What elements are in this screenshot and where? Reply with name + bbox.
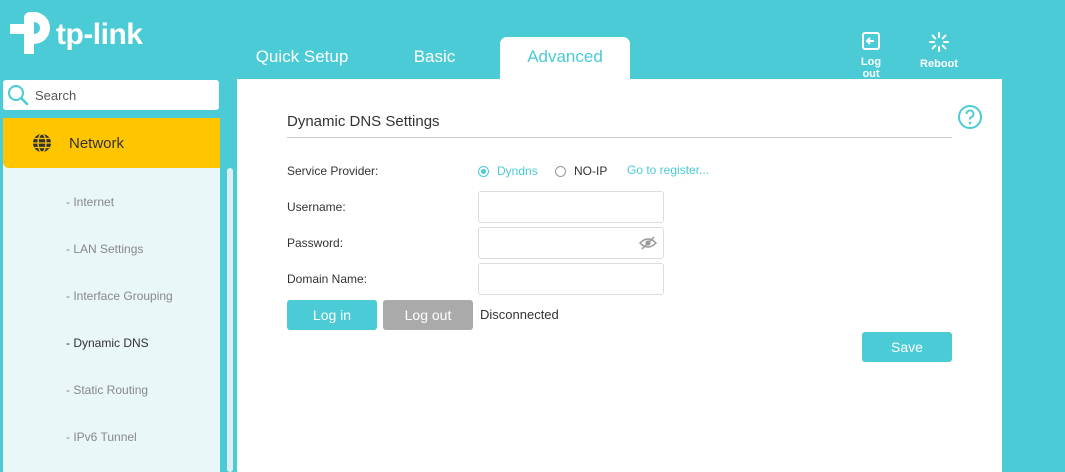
title-divider (287, 137, 952, 138)
tab-quick-setup[interactable]: Quick Setup (236, 37, 368, 79)
username-label: Username: (287, 200, 346, 214)
reboot-label: Reboot (920, 58, 958, 70)
username-input[interactable] (479, 192, 663, 222)
sidebar-item-interface-grouping[interactable]: - Interface Grouping (66, 289, 173, 303)
tp-link-logo: tp-link (4, 10, 143, 60)
radio-dyndns[interactable]: Dyndns (478, 164, 538, 178)
search-box (3, 80, 219, 110)
toggle-password-visibility[interactable] (638, 236, 658, 255)
login-button[interactable]: Log in (287, 300, 377, 330)
radio-no-ip-label: NO-IP (574, 164, 608, 178)
globe-icon (33, 133, 51, 153)
radio-dyndns-circle (478, 165, 489, 177)
radio-no-ip-circle (555, 165, 566, 177)
logout-icon (862, 32, 880, 50)
page-title: Dynamic DNS Settings (287, 113, 440, 130)
main-tabs: Quick Setup Basic Advanced (236, 37, 630, 79)
reboot-icon (929, 32, 949, 52)
tab-basic[interactable]: Basic (369, 37, 500, 79)
sidebar-item-internet[interactable]: - Internet (66, 195, 114, 209)
password-input[interactable] (479, 228, 663, 258)
sidebar: Network - Internet - LAN Settings - Inte… (3, 118, 220, 472)
logo-text: tp-link (56, 18, 143, 51)
domain-name-field-wrap (478, 263, 664, 295)
logout-top-label: Log out (860, 56, 882, 80)
username-field-wrap (478, 191, 664, 223)
service-provider-label: Service Provider: (287, 164, 379, 178)
domain-name-input[interactable] (479, 264, 663, 294)
eye-slash-icon (638, 236, 658, 250)
sidebar-item-ipv6-tunnel[interactable]: - IPv6 Tunnel (66, 430, 137, 444)
sidebar-item-dynamic-dns[interactable]: - Dynamic DNS (66, 336, 149, 350)
password-field-wrap (478, 227, 664, 259)
main-content: Dynamic DNS Settings Service Provider: D… (237, 79, 1002, 472)
connection-status: Disconnected (480, 307, 559, 322)
sidebar-item-network[interactable]: Network (3, 118, 220, 168)
sidebar-item-static-routing[interactable]: - Static Routing (66, 383, 148, 397)
search-input[interactable] (35, 87, 205, 103)
radio-dyndns-label: Dyndns (497, 164, 538, 178)
go-to-register-link[interactable]: Go to register... (627, 163, 709, 177)
logout-top-button[interactable]: Log out (851, 31, 891, 80)
tp-link-logo-icon (10, 12, 50, 54)
save-button[interactable]: Save (862, 332, 952, 362)
reboot-button[interactable]: Reboot (918, 31, 960, 70)
domain-name-label: Domain Name: (287, 272, 368, 286)
tab-advanced[interactable]: Advanced (500, 37, 630, 79)
password-label: Password: (287, 236, 344, 250)
sidebar-item-network-label: Network (69, 134, 125, 152)
search-icon (8, 85, 29, 106)
logout-button[interactable]: Log out (383, 300, 473, 330)
sidebar-scrollbar[interactable] (227, 168, 233, 472)
sidebar-item-lan-settings[interactable]: - LAN Settings (66, 242, 143, 256)
help-button[interactable] (957, 104, 983, 135)
help-icon (958, 105, 982, 129)
radio-no-ip[interactable]: NO-IP (555, 164, 607, 178)
